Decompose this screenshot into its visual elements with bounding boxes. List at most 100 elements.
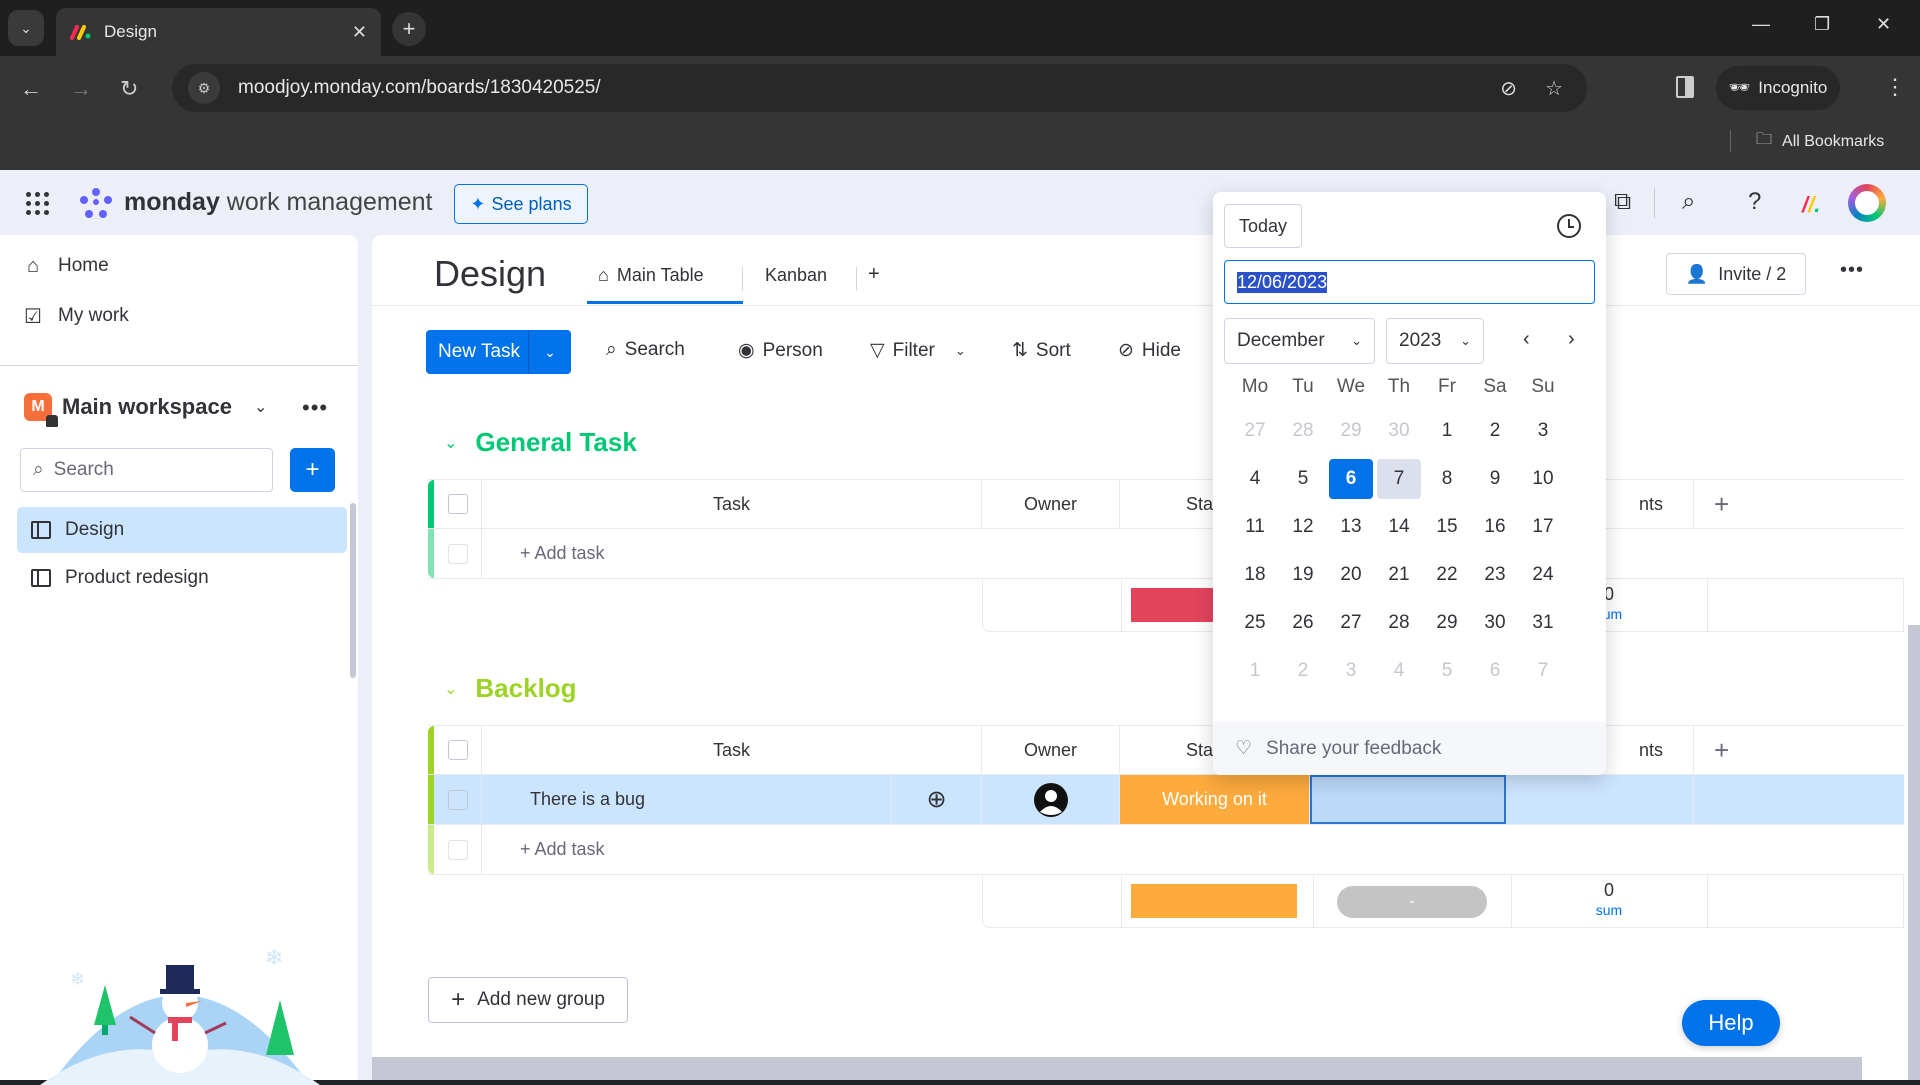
sidebar-item-home[interactable]: ⌂ Home xyxy=(22,255,109,277)
apps-grid-icon[interactable] xyxy=(26,192,50,216)
calendar-day[interactable]: 6 xyxy=(1473,651,1517,691)
add-task-input[interactable]: + Add task xyxy=(520,529,820,578)
search-icon[interactable]: ⌕ xyxy=(1682,188,1695,216)
search-tool[interactable]: ⌕ Search xyxy=(606,339,685,361)
numbers-cell[interactable] xyxy=(1506,775,1694,824)
add-view-button[interactable]: + xyxy=(868,263,880,286)
column-header-owner[interactable]: Owner xyxy=(982,480,1120,528)
calendar-day[interactable]: 25 xyxy=(1233,603,1277,643)
calendar-day[interactable]: 4 xyxy=(1233,459,1277,499)
reload-icon[interactable]: ↻ xyxy=(120,76,138,102)
table-row[interactable]: There is a bug ⊕ Working on it xyxy=(428,775,1904,825)
chevron-down-icon[interactable]: ⌄ xyxy=(444,433,457,453)
more-options-icon[interactable]: ••• xyxy=(1840,259,1864,282)
chevron-down-icon[interactable]: ⌄ xyxy=(955,343,966,359)
column-header-task[interactable]: Task xyxy=(482,726,982,774)
prev-month-icon[interactable]: ‹ xyxy=(1523,328,1530,351)
calendar-day[interactable]: 23 xyxy=(1473,555,1517,595)
close-tab-icon[interactable]: ✕ xyxy=(352,22,367,43)
status-cell[interactable]: Working on it xyxy=(1120,775,1310,824)
monday-apps-icon[interactable]: //. xyxy=(1802,192,1820,218)
share-feedback-link[interactable]: ♡ Share your feedback xyxy=(1213,722,1606,775)
add-column-button[interactable]: + xyxy=(1694,480,1904,528)
calendar-day[interactable]: 13 xyxy=(1329,507,1373,547)
column-header-task[interactable]: Task xyxy=(482,480,982,528)
all-bookmarks-button[interactable]: 🗀 All Bookmarks xyxy=(1756,128,1884,155)
calendar-day[interactable]: 11 xyxy=(1233,507,1277,547)
calendar-day[interactable]: 7 xyxy=(1377,459,1421,499)
clock-icon[interactable] xyxy=(1557,214,1581,238)
help-button[interactable]: Help xyxy=(1682,1000,1780,1046)
add-new-group-button[interactable]: + Add new group xyxy=(428,977,628,1023)
date-cell[interactable] xyxy=(1310,775,1506,824)
new-task-button[interactable]: New Task ⌄ xyxy=(426,330,571,374)
filter-tool[interactable]: ▽ Filter ⌄ xyxy=(870,339,966,362)
calendar-day[interactable]: 27 xyxy=(1233,411,1277,451)
calendar-day[interactable]: 8 xyxy=(1425,459,1469,499)
calendar-day[interactable]: 30 xyxy=(1377,411,1421,451)
calendar-day[interactable]: 9 xyxy=(1473,459,1517,499)
back-icon[interactable]: ← xyxy=(20,76,42,102)
calendar-day[interactable]: 29 xyxy=(1425,603,1469,643)
side-panel-icon[interactable] xyxy=(1676,76,1694,98)
more-options-icon[interactable]: ••• xyxy=(302,395,328,421)
sidebar-search-input[interactable]: ⌕ Search xyxy=(20,448,273,492)
column-header-owner[interactable]: Owner xyxy=(982,726,1120,774)
new-tab-button[interactable]: + xyxy=(392,12,426,46)
avatar-icon[interactable] xyxy=(1848,184,1886,222)
status-summary-bar[interactable] xyxy=(1131,884,1297,918)
help-icon[interactable]: ? xyxy=(1748,188,1761,216)
browser-tab[interactable]: Design ✕ xyxy=(56,8,381,56)
kebab-menu-icon[interactable]: ⋮ xyxy=(1884,74,1906,100)
calendar-day[interactable]: 3 xyxy=(1521,411,1565,451)
date-summary-pill[interactable]: - xyxy=(1337,886,1487,918)
calendar-day[interactable]: 10 xyxy=(1521,459,1565,499)
calendar-day[interactable]: 19 xyxy=(1281,555,1325,595)
horizontal-scrollbar[interactable] xyxy=(372,1057,1862,1080)
see-plans-button[interactable]: ✦ See plans xyxy=(454,184,588,224)
site-settings-icon[interactable]: ⚙ xyxy=(188,72,220,104)
puzzle-icon[interactable]: ⧉ xyxy=(1614,188,1631,216)
calendar-day[interactable]: 28 xyxy=(1281,411,1325,451)
calendar-day[interactable]: 21 xyxy=(1377,555,1421,595)
tab-kanban[interactable]: Kanban xyxy=(765,265,827,286)
group-title-backlog[interactable]: ⌄ Backlog xyxy=(444,673,577,704)
sidebar-item-my-work[interactable]: ☑ My work xyxy=(22,305,129,328)
address-bar[interactable]: ⚙ moodjoy.monday.com/boards/1830420525/ … xyxy=(172,64,1587,112)
calendar-day[interactable]: 5 xyxy=(1281,459,1325,499)
calendar-day[interactable]: 22 xyxy=(1425,555,1469,595)
hide-tool[interactable]: ⊘ Hide xyxy=(1118,339,1181,362)
row-checkbox[interactable] xyxy=(447,839,468,860)
row-checkbox[interactable] xyxy=(447,543,468,564)
calendar-day[interactable]: 27 xyxy=(1329,603,1373,643)
calendar-day[interactable]: 29 xyxy=(1329,411,1373,451)
calendar-day[interactable]: 31 xyxy=(1521,603,1565,643)
select-all-checkbox[interactable] xyxy=(447,494,468,514)
window-close-icon[interactable]: ✕ xyxy=(1876,14,1891,35)
calendar-day[interactable]: 2 xyxy=(1281,651,1325,691)
calendar-day[interactable]: 4 xyxy=(1377,651,1421,691)
add-column-button[interactable]: + xyxy=(1694,726,1904,774)
task-name[interactable]: There is a bug xyxy=(482,775,892,824)
person-filter[interactable]: ◉ Person xyxy=(738,339,823,362)
calendar-day[interactable]: 14 xyxy=(1377,507,1421,547)
today-button[interactable]: Today xyxy=(1224,204,1302,248)
tab-main-table[interactable]: ⌂ Main Table xyxy=(598,265,704,286)
invite-button[interactable]: 👤 Invite / 2 xyxy=(1666,253,1806,295)
eye-off-icon[interactable]: ⊘ xyxy=(1500,76,1517,101)
calendar-day[interactable]: 3 xyxy=(1329,651,1373,691)
calendar-day[interactable]: 7 xyxy=(1521,651,1565,691)
add-item-button[interactable]: + xyxy=(290,448,335,492)
add-task-input[interactable]: + Add task xyxy=(520,825,820,874)
next-month-icon[interactable]: › xyxy=(1568,328,1575,351)
owner-cell[interactable] xyxy=(982,775,1120,824)
minimize-icon[interactable]: — xyxy=(1752,14,1770,35)
sidebar-board-design[interactable]: Design xyxy=(17,507,347,553)
calendar-day[interactable]: 1 xyxy=(1425,411,1469,451)
chevron-down-icon[interactable]: ⌄ xyxy=(528,330,571,374)
calendar-day[interactable]: 17 xyxy=(1521,507,1565,547)
month-select[interactable]: December ⌄ xyxy=(1224,318,1375,364)
calendar-day-selected[interactable]: 6 xyxy=(1329,459,1373,499)
sort-tool[interactable]: ⇅ Sort xyxy=(1012,339,1071,362)
tab-search-button[interactable]: ⌄ xyxy=(8,10,44,46)
